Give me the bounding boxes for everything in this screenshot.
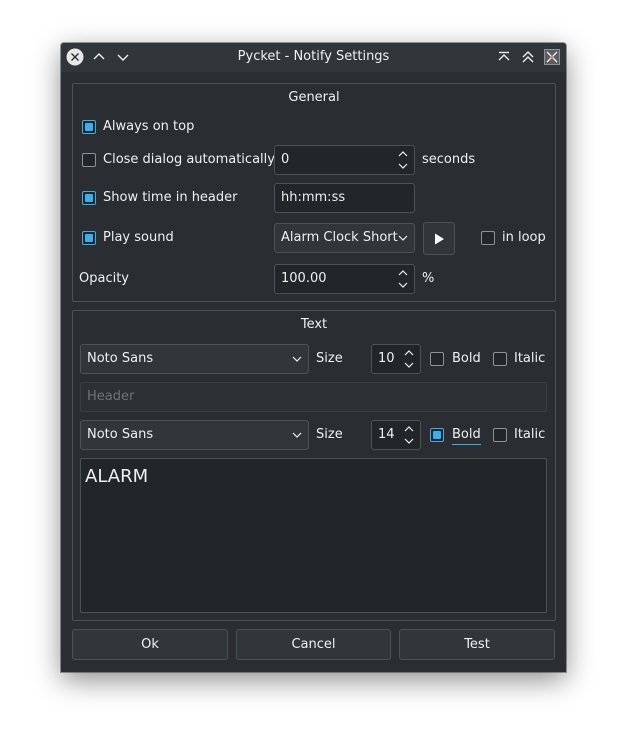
header-bold-checkbox[interactable] [430,352,444,366]
opacity-unit-label: % [422,271,435,286]
header-size-label: Size [316,351,343,366]
header-size-spinbox[interactable]: 10 [371,344,421,374]
seconds-unit-label: seconds [422,152,476,167]
test-button[interactable]: Test [399,629,555,660]
general-group: General Always on top Close dialog autom… [72,83,556,302]
body-size-label: Size [316,427,343,442]
spin-arrows-icon[interactable] [398,265,408,293]
opacity-value: 100.00 [281,271,327,286]
double-chevron-up-icon [522,51,534,63]
header-size-value: 10 [378,351,395,366]
window-title: Pycket - Notify Settings [237,49,390,64]
play-icon [435,233,444,244]
close-seconds-value: 0 [281,152,290,167]
close-auto-checkbox[interactable] [82,153,96,167]
header-font-select[interactable]: Noto Sans [80,344,309,374]
always-on-top-label: Always on top [103,119,195,134]
shade-button[interactable] [494,47,514,67]
notify-settings-window: Pycket - Notify Settings General Always … [61,43,566,672]
spin-arrows-icon[interactable] [398,146,408,174]
chevron-down-icon [292,421,302,449]
body-size-value: 14 [378,427,395,442]
show-time-label: Show time in header [103,190,238,205]
play-sound-button[interactable] [423,222,455,255]
always-on-top-checkbox[interactable] [82,120,96,134]
body-italic-label: Italic [514,427,546,442]
spin-arrows-icon[interactable] [404,421,414,449]
text-group-title: Text [300,317,328,332]
header-italic-label: Italic [514,351,546,366]
maximize-button[interactable] [518,47,538,67]
chevron-down-icon [398,224,408,252]
body-italic-checkbox[interactable] [493,428,507,442]
text-group: Text Noto Sans Size 10 Bold Italic Heade… [72,310,556,621]
header-bold-label: Bold [452,351,481,366]
shade-icon [498,51,510,61]
close-auto-label: Close dialog automatically [103,152,275,167]
time-format-input[interactable]: hh:mm:ss [274,183,415,213]
chevron-down-icon [292,345,302,373]
ok-button[interactable]: Ok [72,629,228,660]
in-loop-checkbox[interactable] [481,231,495,245]
body-font-value: Noto Sans [87,427,154,442]
opacity-spinbox[interactable]: 100.00 [274,264,415,294]
body-bold-checkbox[interactable] [430,428,444,442]
x-close-icon [544,49,560,65]
header-input[interactable]: Header [80,382,547,412]
cancel-button[interactable]: Cancel [236,629,391,660]
body-bold-label: Bold [452,427,481,445]
general-group-title: General [288,90,340,105]
sound-select-value: Alarm Clock Short [281,230,398,245]
title-bar: Pycket - Notify Settings [61,43,566,72]
play-sound-label: Play sound [103,230,174,245]
header-font-value: Noto Sans [87,351,154,366]
body-text: ALARM [85,466,149,487]
close-x-button[interactable] [542,47,562,67]
show-time-checkbox[interactable] [82,191,96,205]
body-textarea[interactable]: ALARM [80,458,547,613]
close-seconds-spinbox[interactable]: 0 [274,145,415,175]
play-sound-checkbox[interactable] [82,231,96,245]
spin-arrows-icon[interactable] [404,345,414,373]
header-italic-checkbox[interactable] [493,352,507,366]
in-loop-label: in loop [502,230,546,245]
sound-select[interactable]: Alarm Clock Short [274,223,415,253]
body-font-select[interactable]: Noto Sans [80,420,309,450]
opacity-label: Opacity [79,271,130,286]
body-size-spinbox[interactable]: 14 [371,420,421,450]
